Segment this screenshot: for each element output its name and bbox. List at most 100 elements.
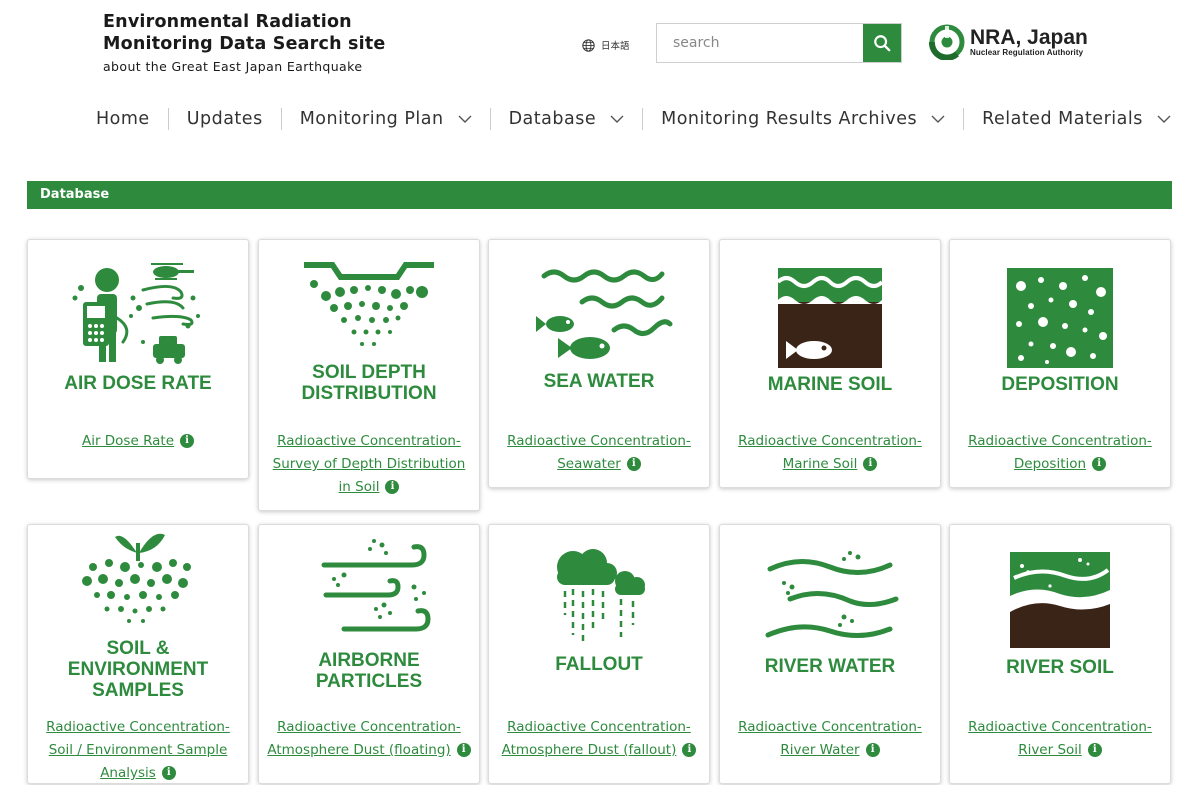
sea-water-icon [489, 240, 709, 380]
card-river-water[interactable]: RIVER WATER Radioactive Concentration-Ri… [719, 524, 941, 784]
search-input[interactable] [657, 24, 863, 62]
card-link-area: Air Dose Rate i [36, 430, 240, 453]
card-title: SEA WATER [489, 371, 709, 392]
card-title: RIVER SOIL [950, 657, 1170, 678]
card-fallout[interactable]: FALLOUT Radioactive Concentration-Atmosp… [488, 524, 710, 784]
language-label: 日本語 [601, 41, 630, 52]
nav-monitoring-plan[interactable]: Monitoring Plan [282, 109, 490, 129]
deposition-icon [950, 240, 1170, 380]
card-link-area: Radioactive Concentration-Seawater i [497, 430, 701, 476]
card-title-line: SAMPLES [92, 680, 184, 701]
card-link[interactable]: Radioactive Concentration-Deposition [968, 433, 1152, 472]
card-link[interactable]: Air Dose Rate [82, 433, 174, 449]
card-title: DEPOSITION [950, 374, 1170, 395]
logo-name: NRA, Japan [970, 26, 1088, 49]
card-title-line: AIR DOSE RATE [64, 373, 212, 394]
chevron-down-icon [458, 115, 472, 124]
nav-related-materials[interactable]: Related Materials [964, 109, 1189, 129]
card-title-line: RIVER WATER [764, 656, 896, 677]
card-link-area: Radioactive Concentration-River Water i [728, 716, 932, 762]
nav-database[interactable]: Database [491, 109, 643, 129]
card-link-area: Radioactive Concentration-River Soil i [958, 716, 1162, 762]
card-river-soil[interactable]: RIVER SOIL Radioactive Concentration-Riv… [949, 524, 1171, 784]
site-title-line1: Environmental Radiation [103, 12, 352, 32]
nav-updates[interactable]: Updates [169, 109, 281, 129]
card-soil-environment[interactable]: SOIL & ENVIRONMENT SAMPLES Radioactive C… [27, 524, 249, 784]
airborne-particles-icon [259, 525, 479, 665]
site-subtitle: about the Great East Japan Earthquake [103, 59, 363, 74]
card-title-line: DISTRIBUTION [301, 383, 437, 404]
card-soil-depth[interactable]: SOIL DEPTH DISTRIBUTION Radioactive Conc… [258, 239, 480, 511]
card-title-line: FALLOUT [555, 654, 643, 675]
card-title-line: RIVER SOIL [1006, 657, 1114, 678]
card-title-line: SEA WATER [543, 371, 655, 392]
section-header: Database [27, 181, 1172, 209]
river-water-icon [720, 525, 940, 665]
info-icon[interactable]: i [180, 434, 195, 448]
nav-label: Updates [186, 109, 263, 129]
card-link[interactable]: Radioactive Concentration-Marine Soil [738, 433, 922, 472]
info-icon[interactable]: i [456, 743, 471, 757]
card-title-line: AIRBORNE [318, 650, 420, 671]
info-icon[interactable]: i [626, 457, 641, 471]
globe-icon [582, 38, 595, 52]
logo-subtitle: Nuclear Regulation Authority [970, 48, 1084, 57]
nav-label: Database [508, 109, 597, 129]
main-nav: Home Updates Monitoring Plan Database Mo… [78, 104, 1189, 134]
language-switch[interactable]: 日本語 [578, 36, 634, 54]
site-title[interactable]: Environmental Radiation Monitoring Data … [103, 11, 385, 78]
card-link-area: Radioactive Concentration-Survey of Dept… [267, 430, 471, 499]
card-title: SOIL & ENVIRONMENT SAMPLES [28, 638, 248, 701]
card-title: AIR DOSE RATE [28, 373, 248, 394]
chevron-down-icon [931, 115, 945, 124]
card-title-line: MARINE SOIL [767, 374, 893, 395]
search-button[interactable] [863, 24, 901, 62]
chevron-down-icon [610, 115, 624, 124]
card-link[interactable]: Radioactive Concentration-Atmosphere Dus… [267, 719, 460, 758]
chevron-down-icon [1157, 115, 1171, 124]
card-link-area: Radioactive Concentration-Soil / Environ… [36, 716, 240, 785]
info-icon[interactable]: i [385, 480, 400, 494]
card-airborne-particles[interactable]: AIRBORNE PARTICLES Radioactive Concentra… [258, 524, 480, 784]
card-title: SOIL DEPTH DISTRIBUTION [259, 362, 479, 404]
card-title-line: ENVIRONMENT [67, 659, 209, 680]
card-title-line: DEPOSITION [1001, 374, 1119, 395]
site-title-line2: Monitoring Data Search site [103, 34, 386, 54]
card-air-dose-rate[interactable]: AIR DOSE RATE Air Dose Rate i [27, 239, 249, 479]
card-link[interactable]: Radioactive Concentration-Survey of Dept… [273, 433, 466, 495]
card-title: RIVER WATER [720, 656, 940, 677]
card-link[interactable]: Radioactive Concentration-River Soil [968, 719, 1152, 758]
card-title-line: SOIL & [106, 638, 170, 659]
air-dose-rate-icon [28, 240, 248, 380]
card-link-area: Radioactive Concentration-Deposition i [958, 430, 1162, 476]
card-marine-soil[interactable]: MARINE SOIL Radioactive Concentration-Ma… [719, 239, 941, 488]
info-icon[interactable]: i [682, 743, 697, 757]
info-icon[interactable]: i [1092, 457, 1107, 471]
search-box [656, 23, 902, 63]
search-icon [874, 35, 891, 52]
nra-logo[interactable]: NRA, Japan Nuclear Regulation Authority [929, 24, 1088, 60]
nav-label: Home [96, 109, 150, 129]
card-link[interactable]: Radioactive Concentration-Soil / Environ… [46, 719, 230, 781]
nav-monitoring-results-archives[interactable]: Monitoring Results Archives [643, 109, 963, 129]
card-link-area: Radioactive Concentration-Marine Soil i [728, 430, 932, 476]
info-icon[interactable]: i [863, 457, 878, 471]
marine-soil-icon [720, 240, 940, 380]
info-icon[interactable]: i [1087, 743, 1102, 757]
card-title-line: PARTICLES [315, 671, 423, 692]
card-title: AIRBORNE PARTICLES [259, 650, 479, 692]
info-icon[interactable]: i [865, 743, 880, 757]
card-sea-water[interactable]: SEA WATER Radioactive Concentration-Seaw… [488, 239, 710, 488]
card-title: FALLOUT [489, 654, 709, 675]
card-link[interactable]: Radioactive Concentration-River Water [738, 719, 922, 758]
soil-depth-icon [259, 240, 479, 380]
card-deposition[interactable]: DEPOSITION Radioactive Concentration-Dep… [949, 239, 1171, 488]
card-link[interactable]: Radioactive Concentration-Seawater [507, 433, 691, 472]
card-link-area: Radioactive Concentration-Atmosphere Dus… [267, 716, 471, 762]
card-link[interactable]: Radioactive Concentration-Atmosphere Dus… [502, 719, 691, 758]
nav-label: Related Materials [982, 109, 1143, 129]
info-icon[interactable]: i [161, 766, 176, 780]
nav-label: Monitoring Plan [299, 109, 444, 129]
fallout-icon [489, 525, 709, 665]
nav-home[interactable]: Home [78, 109, 168, 129]
